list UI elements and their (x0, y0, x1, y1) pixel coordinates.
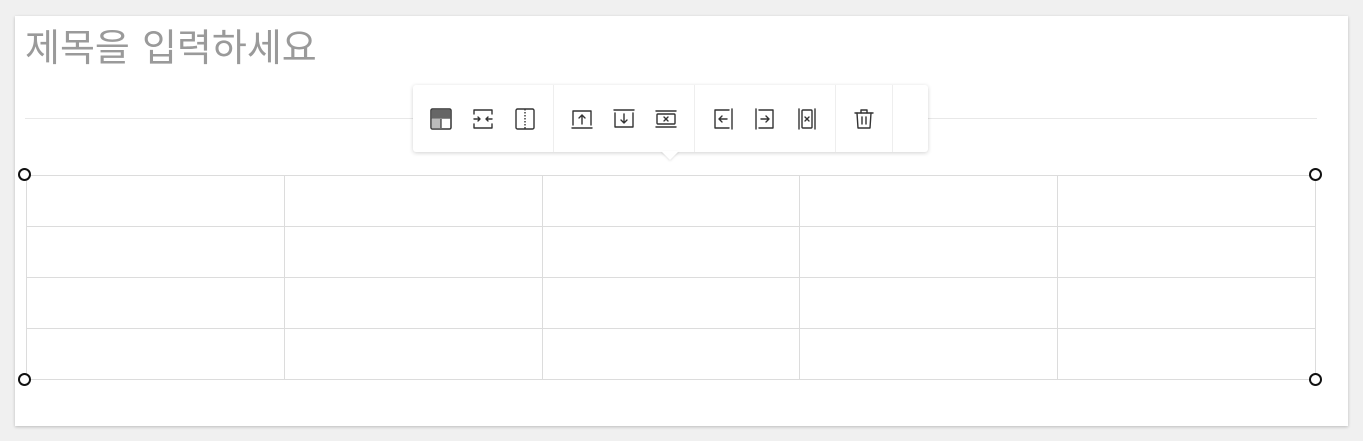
table-container (26, 175, 1316, 380)
table-cell[interactable] (1057, 226, 1316, 278)
merge-cells-button[interactable] (465, 101, 501, 137)
table-row (26, 226, 1316, 278)
resize-handle-top-right[interactable] (1309, 168, 1322, 181)
table-cell[interactable] (283, 328, 543, 380)
table-cell[interactable] (26, 226, 285, 278)
split-cell-icon (515, 107, 535, 130)
table-cell[interactable] (541, 226, 801, 278)
insert-column-right-button[interactable] (747, 101, 783, 137)
table-cell[interactable] (26, 175, 285, 227)
editor-table (26, 175, 1316, 380)
table-cell[interactable] (799, 175, 1059, 227)
trash-icon (854, 108, 874, 129)
table-cell[interactable] (283, 175, 543, 227)
resize-handle-bottom-right[interactable] (1309, 373, 1322, 386)
table-row (26, 175, 1316, 227)
header-cell-icon (430, 107, 452, 130)
toolbar-caret (661, 151, 679, 160)
table-cell[interactable] (26, 328, 285, 380)
table-row (26, 277, 1316, 329)
table-cell[interactable] (799, 226, 1059, 278)
editor-card (15, 16, 1348, 426)
table-cell[interactable] (1057, 328, 1316, 380)
title-input[interactable] (25, 24, 1315, 72)
delete-table-button[interactable] (846, 101, 882, 137)
table-cell[interactable] (1057, 175, 1316, 227)
merge-cells-icon (473, 108, 493, 129)
table-row (26, 328, 1316, 380)
insert-column-left-icon (714, 107, 733, 130)
table-cell[interactable] (1057, 277, 1316, 329)
header-cell-button[interactable] (423, 101, 459, 137)
resize-handle-top-left[interactable] (18, 168, 31, 181)
insert-column-left-button[interactable] (705, 101, 741, 137)
table-cell[interactable] (799, 277, 1059, 329)
insert-row-below-button[interactable] (606, 101, 642, 137)
column-tools-group (695, 85, 836, 152)
table-toolbar (413, 85, 928, 160)
table-cell[interactable] (799, 328, 1059, 380)
split-cell-button[interactable] (507, 101, 543, 137)
delete-tools-group (836, 85, 893, 152)
delete-column-button[interactable] (789, 101, 825, 137)
table-cell[interactable] (26, 277, 285, 329)
insert-column-right-icon (755, 107, 774, 130)
table-cell[interactable] (283, 226, 543, 278)
table-cell[interactable] (283, 277, 543, 329)
delete-row-button[interactable] (648, 101, 684, 137)
delete-row-icon (655, 109, 677, 128)
row-tools-group (554, 85, 695, 152)
insert-row-above-button[interactable] (564, 101, 600, 137)
table-cell[interactable] (541, 175, 801, 227)
delete-column-icon (798, 107, 816, 130)
insert-row-below-icon (613, 108, 635, 128)
table-cell[interactable] (541, 328, 801, 380)
cell-tools-group (413, 85, 554, 152)
table-cell[interactable] (541, 277, 801, 329)
insert-row-above-icon (571, 109, 593, 129)
resize-handle-bottom-left[interactable] (18, 373, 31, 386)
